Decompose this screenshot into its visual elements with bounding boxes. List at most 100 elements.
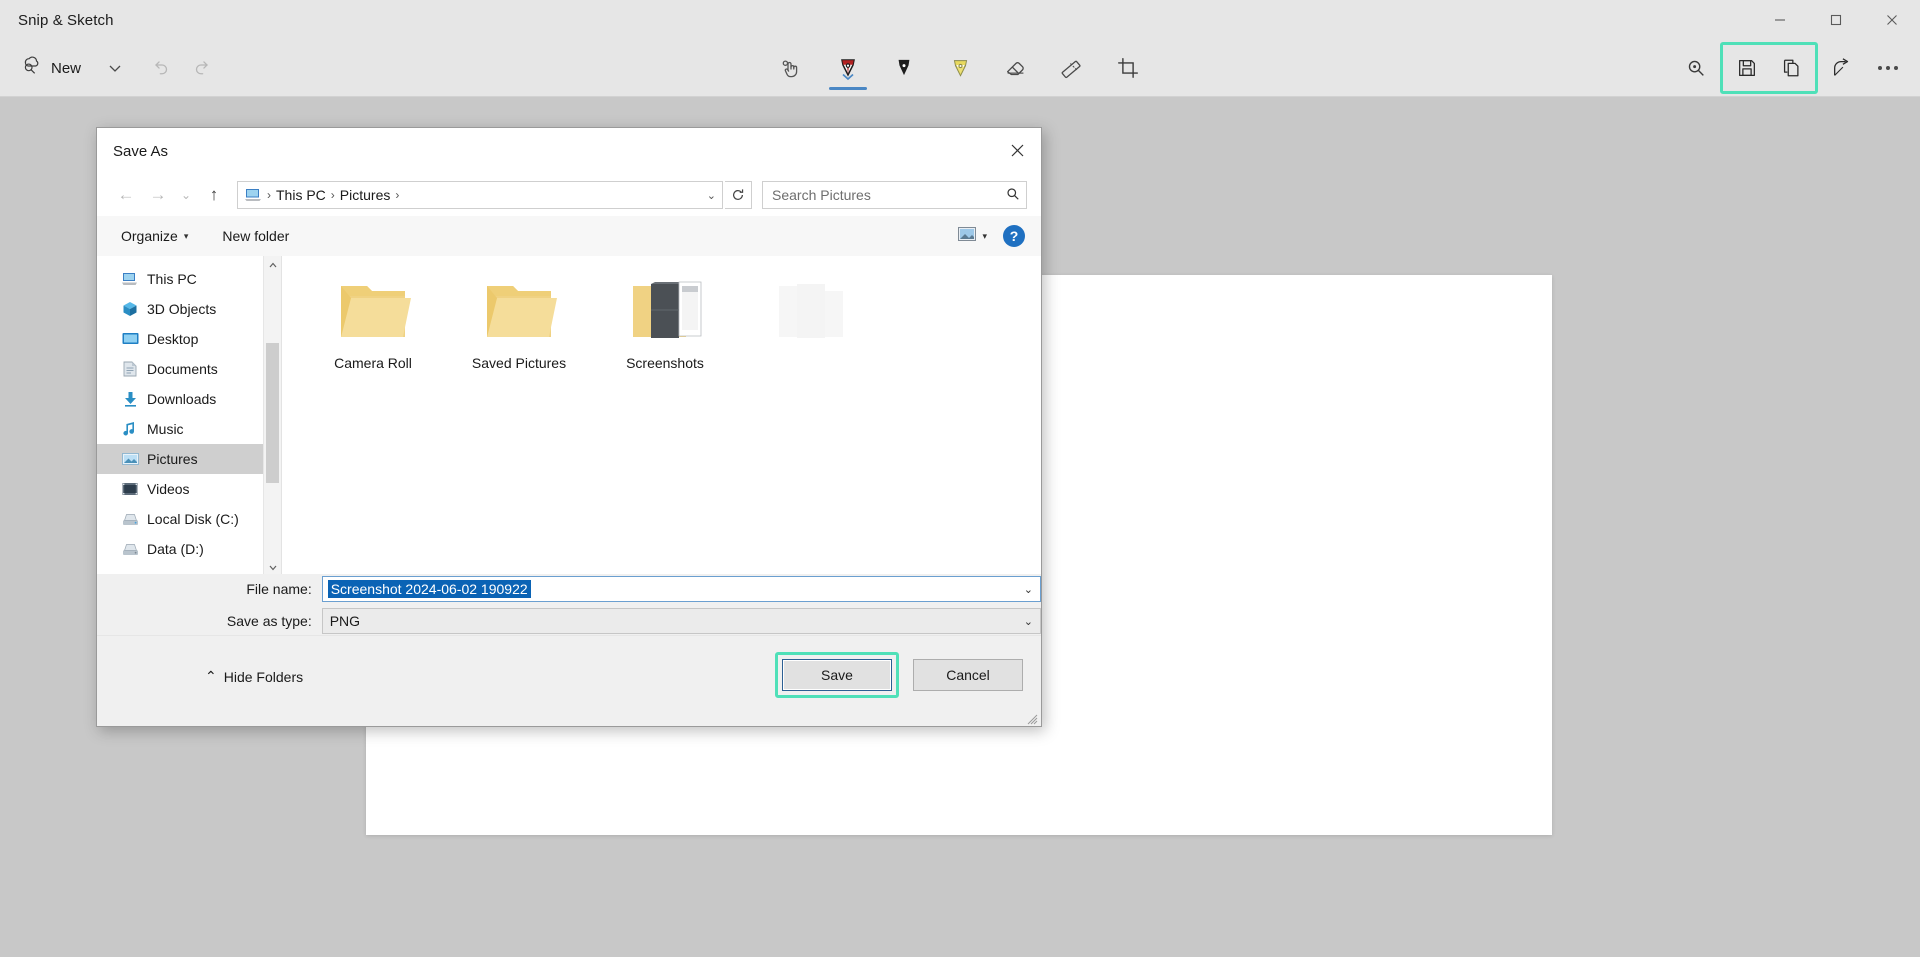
recent-locations-button[interactable]: ⌄ bbox=[175, 181, 197, 209]
organize-caret-icon: ▾ bbox=[183, 230, 189, 241]
undo-icon[interactable] bbox=[137, 46, 181, 90]
new-snip-icon bbox=[20, 55, 42, 81]
desktop-icon bbox=[121, 330, 139, 348]
sidebar-label: This PC bbox=[147, 271, 197, 287]
zoom-icon[interactable] bbox=[1674, 46, 1718, 90]
snip-and-sketch-window: Snip & Sketch New Save As ← → ⌄ ↑ › This… bbox=[0, 0, 1920, 957]
tool-ruler[interactable] bbox=[1047, 40, 1097, 96]
this-pc-icon bbox=[244, 188, 262, 203]
new-snip-button[interactable]: New bbox=[8, 48, 93, 88]
toolbar-left-group: New bbox=[8, 40, 225, 96]
sidebar-item-music[interactable]: Music bbox=[97, 414, 281, 444]
file-list-pane[interactable]: Camera Roll Saved Pictures Screenshots bbox=[282, 256, 1041, 576]
share-icon[interactable] bbox=[1820, 46, 1864, 90]
refresh-button[interactable] bbox=[725, 181, 752, 209]
folder-icon bbox=[481, 278, 557, 347]
pen-tools-group bbox=[767, 40, 1153, 96]
sidebar-item-videos[interactable]: Videos bbox=[97, 474, 281, 504]
scrollbar-thumb[interactable] bbox=[266, 343, 279, 483]
save-as-type-select[interactable]: PNG ⌄ bbox=[321, 608, 1041, 634]
videos-icon bbox=[121, 480, 139, 498]
search-input[interactable]: Search Pictures bbox=[762, 181, 1027, 209]
scroll-up-icon[interactable] bbox=[264, 256, 281, 273]
sidebar-label: Music bbox=[147, 421, 184, 437]
save-button[interactable]: Save bbox=[782, 659, 892, 691]
organize-button[interactable]: Organize ▾ bbox=[113, 224, 196, 248]
list-item[interactable] bbox=[738, 272, 884, 408]
save-button-highlight-box: Save bbox=[775, 652, 899, 698]
window-controls bbox=[1752, 0, 1920, 40]
sidebar-item-local-disk-c[interactable]: Local Disk (C:) bbox=[97, 504, 281, 534]
file-name-input[interactable]: Screenshot 2024-06-02 190922 ⌄ bbox=[321, 576, 1041, 602]
breadcrumb-dropdown-icon[interactable]: ⌄ bbox=[707, 189, 716, 202]
close-button[interactable] bbox=[1864, 0, 1920, 40]
sidebar-item-this-pc[interactable]: This PC bbox=[97, 264, 281, 294]
back-button[interactable]: ← bbox=[111, 181, 141, 209]
breadcrumb-sep-2: › bbox=[395, 188, 400, 202]
sidebar-label: Downloads bbox=[147, 391, 217, 407]
new-snip-dropdown[interactable] bbox=[93, 46, 137, 90]
sidebar-item-pictures[interactable]: Pictures bbox=[97, 444, 281, 474]
new-folder-button[interactable]: New folder bbox=[214, 224, 297, 248]
breadcrumb-item-this-pc[interactable]: This PC bbox=[276, 187, 326, 203]
file-label: Screenshots bbox=[626, 355, 704, 371]
organize-label: Organize bbox=[121, 228, 178, 244]
file-name-row: File name: Screenshot 2024-06-02 190922 … bbox=[97, 576, 1041, 602]
music-icon bbox=[121, 420, 139, 438]
disk-icon bbox=[121, 540, 139, 558]
dialog-command-bar: Organize ▾ New folder ▾ ? bbox=[97, 216, 1041, 257]
list-item[interactable]: Screenshots bbox=[592, 272, 738, 408]
save-as-icon[interactable] bbox=[1725, 46, 1769, 90]
cancel-button[interactable]: Cancel bbox=[913, 659, 1023, 691]
view-caret-icon: ▾ bbox=[982, 230, 987, 241]
see-more-icon[interactable] bbox=[1866, 46, 1910, 90]
sidebar-item-desktop[interactable]: Desktop bbox=[97, 324, 281, 354]
copy-icon[interactable] bbox=[1769, 46, 1813, 90]
ballpoint-pen-options-chevron[interactable] bbox=[842, 68, 855, 86]
maximize-button[interactable] bbox=[1808, 0, 1864, 40]
hide-folders-button[interactable]: ⌃ Hide Folders bbox=[205, 668, 303, 685]
file-label: Camera Roll bbox=[334, 355, 412, 371]
sidebar-label: Data (D:) bbox=[147, 541, 204, 557]
sidebar-item-downloads[interactable]: Downloads bbox=[97, 384, 281, 414]
forward-button[interactable]: → bbox=[143, 181, 173, 209]
sidebar-label: Desktop bbox=[147, 331, 199, 347]
dialog-buttons: Save Cancel bbox=[775, 652, 1023, 698]
redo-icon[interactable] bbox=[181, 46, 225, 90]
search-icon bbox=[1006, 187, 1020, 204]
tool-eraser[interactable] bbox=[991, 40, 1041, 96]
save-as-type-row: Save as type: PNG ⌄ bbox=[97, 608, 1041, 634]
nav-pane-scrollbar[interactable] bbox=[263, 256, 281, 576]
change-view-button[interactable]: ▾ bbox=[952, 224, 993, 248]
sidebar-item-documents[interactable]: Documents bbox=[97, 354, 281, 384]
pc-icon bbox=[121, 270, 139, 288]
resize-grip[interactable] bbox=[1026, 712, 1038, 725]
breadcrumb-item-pictures[interactable]: Pictures bbox=[340, 187, 391, 203]
tool-pencil[interactable] bbox=[879, 40, 929, 96]
file-label: Saved Pictures bbox=[471, 355, 567, 371]
minimize-button[interactable] bbox=[1752, 0, 1808, 40]
save-as-type-label: Save as type: bbox=[226, 613, 312, 629]
save-copy-highlight-box bbox=[1720, 42, 1818, 94]
sidebar-item-data-d[interactable]: Data (D:) bbox=[97, 534, 281, 564]
save-as-type-dropdown-icon[interactable]: ⌄ bbox=[1024, 615, 1033, 628]
save-as-type-value: PNG bbox=[329, 613, 361, 629]
dialog-close-icon[interactable] bbox=[993, 128, 1041, 172]
file-name-dropdown-icon[interactable]: ⌄ bbox=[1024, 583, 1033, 596]
breadcrumb-sep-1: › bbox=[330, 188, 335, 202]
list-item[interactable]: Saved Pictures bbox=[446, 272, 592, 408]
scrollbar-track[interactable] bbox=[264, 273, 281, 559]
tool-highlighter[interactable] bbox=[935, 40, 985, 96]
folder-icon bbox=[773, 278, 849, 347]
up-one-level-button[interactable]: ↑ bbox=[199, 181, 229, 209]
file-name-label: File name: bbox=[246, 581, 312, 597]
tool-image-crop[interactable] bbox=[1103, 40, 1153, 96]
hide-folders-label: Hide Folders bbox=[223, 668, 304, 685]
downloads-icon bbox=[121, 390, 139, 408]
list-item[interactable]: Camera Roll bbox=[300, 272, 446, 408]
breadcrumb[interactable]: › This PC › Pictures › ⌄ bbox=[237, 181, 723, 209]
tool-ballpoint-pen[interactable] bbox=[823, 40, 873, 96]
sidebar-item-3d-objects[interactable]: 3D Objects bbox=[97, 294, 281, 324]
help-button[interactable]: ? bbox=[1003, 225, 1025, 247]
tool-touch-writing[interactable] bbox=[767, 40, 817, 96]
